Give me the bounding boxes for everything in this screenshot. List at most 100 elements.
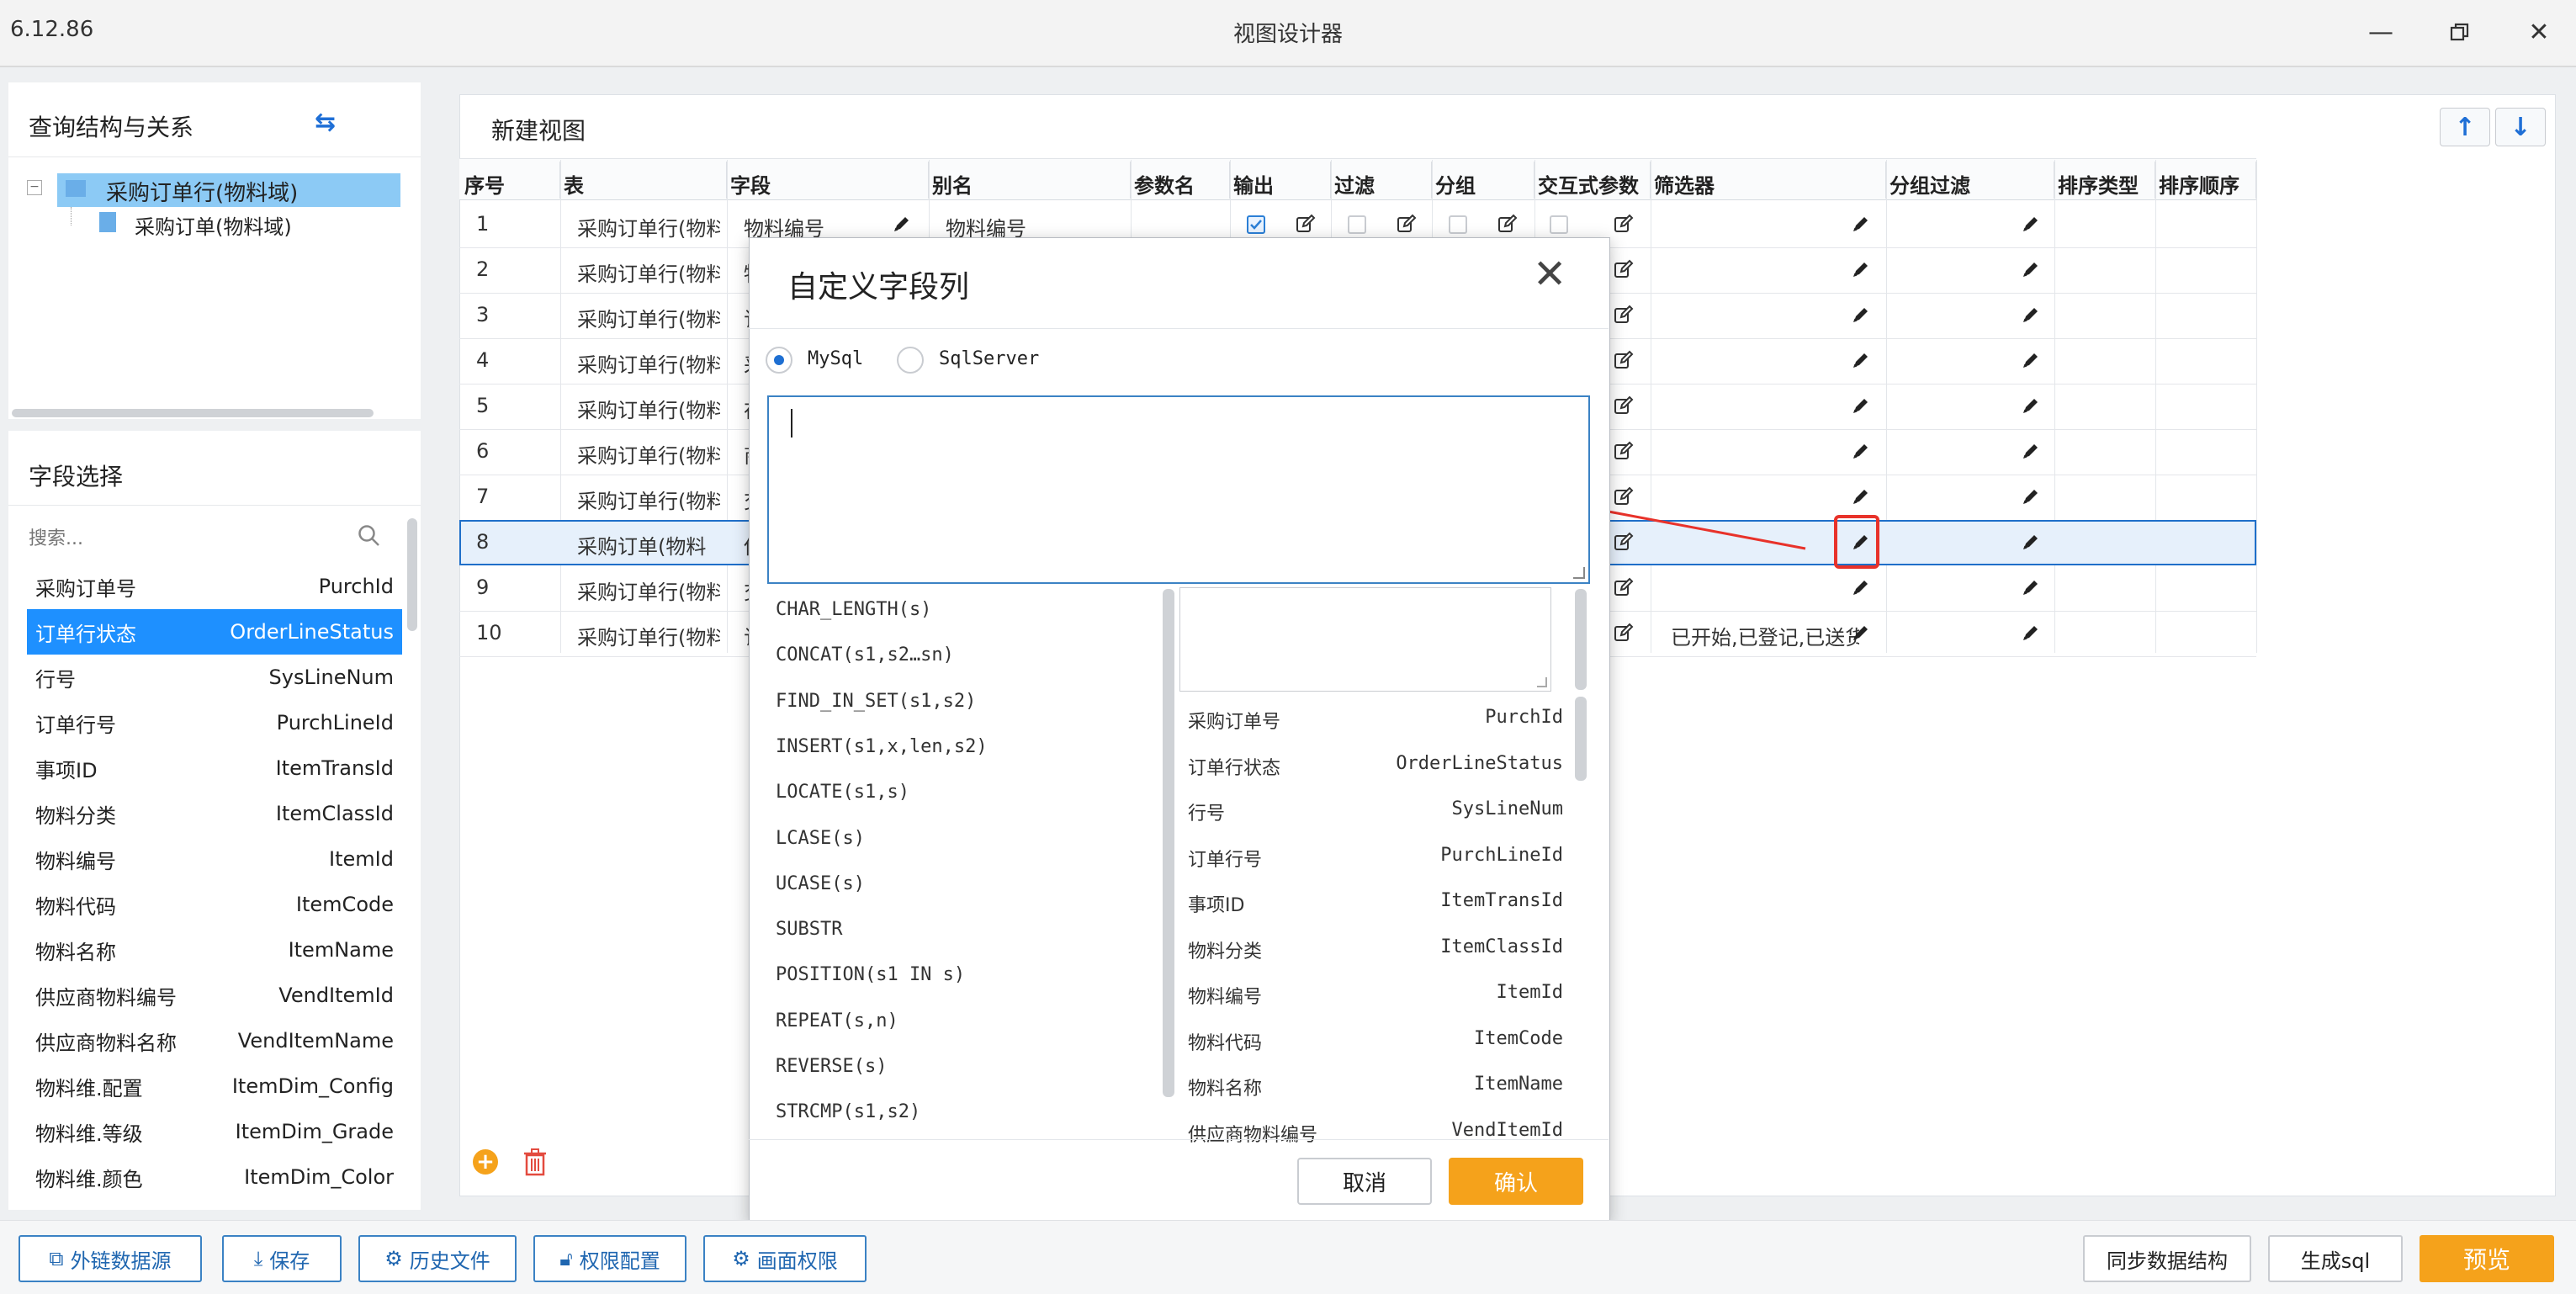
dialog-field-item[interactable]: 物料代码 ItemCode <box>1188 1028 1563 1055</box>
group-checkbox[interactable] <box>1449 215 1467 234</box>
save-button[interactable]: ⤓ 保存 <box>222 1235 342 1282</box>
edit-filter-expression-icon[interactable] <box>1851 305 1871 330</box>
edit-group-filter-icon[interactable] <box>2021 350 2041 375</box>
dialog-field-item[interactable]: 采购订单号 PurchId <box>1188 707 1563 734</box>
external-datasource-button[interactable]: ⧉ 外链数据源 <box>19 1235 202 1282</box>
edit-filter-expression-icon[interactable] <box>1851 214 1871 239</box>
field-item[interactable]: 订单行号 PurchLineId <box>27 700 402 745</box>
delete-row-icon[interactable] <box>522 1148 549 1180</box>
close-icon[interactable]: ✕ <box>2515 12 2563 52</box>
dialog-field-item[interactable]: 订单行状态 OrderLineStatus <box>1188 753 1563 780</box>
function-item[interactable]: STRCMP(s1,s2) <box>776 1101 920 1122</box>
edit-interactive-param-icon[interactable] <box>1614 214 1634 232</box>
function-item[interactable]: REVERSE(s) <box>776 1056 887 1077</box>
field-item[interactable]: 订单行状态 OrderLineStatus <box>27 609 402 655</box>
radio-mysql-label[interactable]: MySql <box>808 348 863 369</box>
edit-interactive-param-icon[interactable] <box>1614 395 1634 414</box>
dialog-field-item[interactable]: 物料分类 ItemClassId <box>1188 936 1563 963</box>
close-icon[interactable]: ✕ <box>1533 251 1566 298</box>
function-item[interactable]: CONCAT(s1,s2…sn) <box>776 644 954 666</box>
edit-interactive-param-icon[interactable] <box>1614 577 1634 596</box>
filter-checkbox[interactable] <box>1348 215 1366 234</box>
minimize-icon[interactable]: — <box>2357 12 2404 52</box>
confirm-button[interactable]: 确认 <box>1449 1158 1583 1205</box>
radio-sqlserver[interactable] <box>897 347 924 374</box>
search-icon[interactable] <box>357 523 382 552</box>
column-header[interactable]: 分组 <box>1432 162 1534 199</box>
function-item[interactable]: LCASE(s) <box>776 828 865 849</box>
edit-field-icon[interactable] <box>892 214 912 239</box>
column-header[interactable]: 排序类型 <box>2054 162 2155 199</box>
generate-sql-button[interactable]: 生成sql <box>2268 1235 2403 1282</box>
column-header[interactable]: 输出 <box>1230 162 1331 199</box>
dialog-field-item[interactable]: 事项ID ItemTransId <box>1188 890 1563 917</box>
edit-group-icon[interactable] <box>1497 214 1518 232</box>
sync-structure-button[interactable]: 同步数据结构 <box>2083 1235 2251 1282</box>
column-header[interactable]: 别名 <box>929 162 1131 199</box>
field-item[interactable]: 供应商物料名称 VendItemName <box>27 1018 402 1063</box>
column-header[interactable]: 筛选器 <box>1651 162 1886 199</box>
edit-group-filter-icon[interactable] <box>2021 623 2041 648</box>
preview-button[interactable]: 预览 <box>2420 1235 2554 1282</box>
edit-group-filter-icon[interactable] <box>2021 305 2041 330</box>
dialog-field-item[interactable]: 供应商物料编号 VendItemId <box>1188 1120 1563 1147</box>
interactive-param-checkbox[interactable] <box>1550 215 1568 234</box>
tree-item-label[interactable]: 采购订单(物料域) <box>135 210 292 240</box>
restore-icon[interactable] <box>2436 12 2483 52</box>
field-item[interactable]: 物料名称 ItemName <box>27 927 402 973</box>
column-header[interactable]: 表 <box>560 162 727 199</box>
cancel-button[interactable]: 取消 <box>1297 1158 1432 1205</box>
function-item[interactable]: LOCATE(s1,s) <box>776 782 909 803</box>
function-item[interactable]: FIND_IN_SET(s1,s2) <box>776 691 976 712</box>
add-row-icon[interactable]: + <box>473 1149 498 1175</box>
dialog-field-item[interactable]: 物料名称 ItemName <box>1188 1074 1563 1100</box>
function-item[interactable]: CHAR_LENGTH(s) <box>776 599 931 620</box>
column-header[interactable]: 排序顺序 <box>2155 162 2256 199</box>
function-item[interactable]: INSERT(s1,x,len,s2) <box>776 736 988 757</box>
edit-filter-expression-icon[interactable] <box>1851 395 1871 421</box>
edit-group-filter-icon[interactable] <box>2021 259 2041 284</box>
edit-group-filter-icon[interactable] <box>2021 486 2041 512</box>
field-item[interactable]: 物料代码 ItemCode <box>27 882 402 927</box>
screen-permission-button[interactable]: ⚙ 画面权限 <box>703 1235 867 1282</box>
field-list-scrollbar[interactable] <box>1575 589 1587 690</box>
function-list-scrollbar[interactable] <box>1163 589 1174 1097</box>
permission-button[interactable]: 🔓︎ 权限配置 <box>533 1235 686 1282</box>
column-header[interactable]: 交互式参数 <box>1534 162 1651 199</box>
dialog-field-item[interactable]: 行号 SysLineNum <box>1188 798 1563 825</box>
tree-item-label[interactable]: 采购订单行(物料域) <box>106 176 298 207</box>
field-item[interactable]: 事项ID ItemTransId <box>27 745 402 791</box>
radio-sqlserver-label[interactable]: SqlServer <box>939 348 1039 369</box>
dialog-field-item[interactable]: 订单行号 PurchLineId <box>1188 845 1563 872</box>
sql-expression-textarea[interactable] <box>767 395 1590 584</box>
edit-filter-expression-icon[interactable] <box>1851 350 1871 375</box>
column-header[interactable]: 分组过滤 <box>1886 162 2054 199</box>
edit-interactive-param-icon[interactable] <box>1614 259 1634 278</box>
field-item[interactable]: 物料编号 ItemId <box>27 836 402 882</box>
edit-group-filter-icon[interactable] <box>2021 395 2041 421</box>
edit-filter-expression-icon[interactable] <box>1851 623 1871 648</box>
function-item[interactable]: POSITION(s1 IN s) <box>776 964 965 985</box>
edit-filter-expression-icon[interactable] <box>1851 259 1871 284</box>
column-header[interactable]: 序号 <box>461 162 560 199</box>
field-item[interactable]: 物料维.配置 ItemDim_Config <box>27 1063 402 1109</box>
collapse-icon[interactable]: − <box>27 180 42 195</box>
field-item[interactable]: 物料维.等级 ItemDim_Grade <box>27 1109 402 1154</box>
function-item[interactable]: REPEAT(s,n) <box>776 1010 898 1031</box>
field-item[interactable]: 物料分类 ItemClassId <box>27 791 402 836</box>
vertical-scrollbar[interactable] <box>407 518 417 631</box>
function-item[interactable]: UCASE(s) <box>776 873 865 894</box>
function-item[interactable]: SUBSTR <box>776 919 842 940</box>
output-checkbox[interactable] <box>1247 215 1265 234</box>
field-search-box[interactable] <box>1179 587 1551 692</box>
field-item[interactable]: 行号 SysLineNum <box>27 655 402 700</box>
search-input[interactable] <box>27 520 400 557</box>
edit-group-filter-icon[interactable] <box>2021 577 2041 602</box>
dialog-field-item[interactable]: 物料编号 ItemId <box>1188 982 1563 1009</box>
field-item[interactable]: 物料维.颜色 ItemDim_Color <box>27 1154 402 1200</box>
edit-filter-expression-icon[interactable] <box>1851 577 1871 602</box>
edit-interactive-param-icon[interactable] <box>1614 350 1634 369</box>
edit-group-filter-icon[interactable] <box>2021 441 2041 466</box>
edit-filter-icon[interactable] <box>1397 214 1417 232</box>
radio-mysql[interactable] <box>766 347 792 374</box>
